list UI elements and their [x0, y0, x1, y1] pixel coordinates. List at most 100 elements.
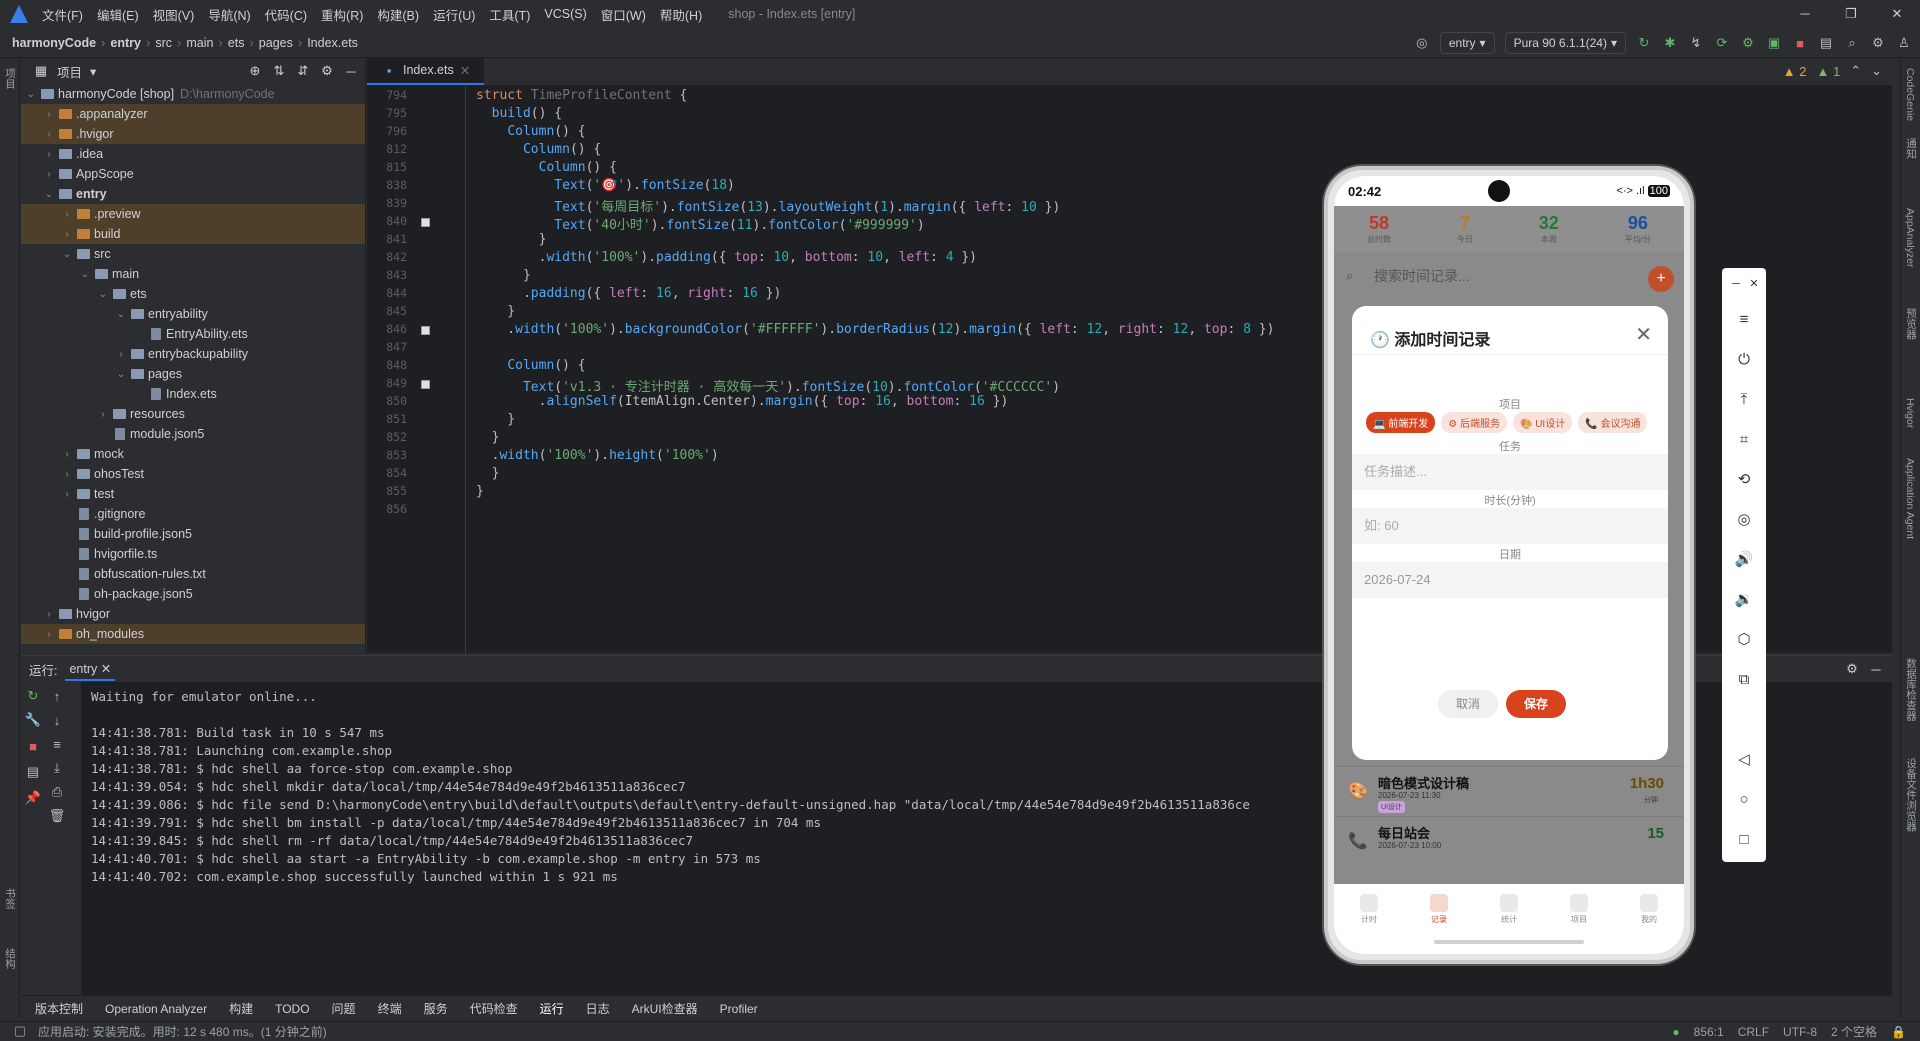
bottom-tab[interactable]: Operation Analyzer [105, 1002, 207, 1016]
emu-volume-up-icon[interactable]: 🔊 [1734, 550, 1754, 570]
bottom-tab[interactable]: 代码检查 [470, 1000, 518, 1017]
bottom-tab[interactable]: Profiler [720, 1002, 758, 1016]
close-icon[interactable]: ✕ [1874, 0, 1920, 28]
emu-close-icon[interactable]: ✕ [1744, 274, 1764, 294]
chevron-icon[interactable]: › [61, 449, 73, 460]
emu-crop-icon[interactable]: ⌗ [1734, 430, 1754, 450]
dialog-close-icon[interactable]: ✕ [1635, 322, 1652, 347]
code-line[interactable]: .width('100%').height('100%') [476, 448, 719, 463]
code-line[interactable]: Text('v1.3 · 专注计时器 · 高效每一天').fontSize(10… [476, 376, 1060, 395]
code-line[interactable]: Column() { [476, 124, 585, 139]
emu-power-icon[interactable]: ⏻ [1734, 350, 1754, 370]
bottom-tab[interactable]: 日志 [586, 1000, 610, 1017]
warning-count[interactable]: ▲ 2 [1783, 64, 1807, 79]
chevron-icon[interactable]: › [61, 489, 73, 500]
code-line[interactable]: } [476, 430, 500, 445]
tree-item[interactable]: › build [21, 224, 365, 244]
search-icon[interactable]: ⌕ [1844, 35, 1860, 51]
emu-screenshot-icon[interactable]: ◎ [1734, 510, 1754, 530]
code-line[interactable]: } [476, 466, 500, 481]
down-icon[interactable]: ↓ [49, 712, 65, 728]
tree-item[interactable]: hvigorfile.ts [21, 544, 365, 564]
code-line[interactable]: Text('每周目标').fontSize(13).layoutWeight(1… [476, 196, 1060, 215]
tree-item[interactable]: ⌄ ets [21, 284, 365, 304]
home-indicator[interactable] [1434, 940, 1584, 944]
duration-input[interactable]: 如: 60 [1352, 508, 1668, 544]
menu-file[interactable]: 文件(F) [42, 5, 83, 24]
emu-fold-icon[interactable]: ⬡ [1734, 630, 1754, 650]
tree-item[interactable]: › .hvigor [21, 124, 365, 144]
cancel-button[interactable]: 取消 [1438, 690, 1498, 718]
weak-warning-count[interactable]: ▲ 1 [1816, 64, 1840, 79]
tree-item[interactable]: EntryAbility.ets [21, 324, 365, 344]
color-swatch-icon[interactable] [421, 326, 430, 335]
tree-item[interactable]: › entrybackupability [21, 344, 365, 364]
tree-item[interactable]: › oh_modules [21, 624, 365, 644]
code-line[interactable]: } [476, 484, 484, 499]
emu-volume-down-icon[interactable]: 🔉 [1734, 590, 1754, 610]
status-panel-icon[interactable]: ▢ [12, 1023, 28, 1039]
code-line[interactable]: } [476, 412, 515, 427]
emu-minimize-icon[interactable]: ─ [1726, 274, 1746, 294]
restore-icon[interactable]: ❐ [1828, 0, 1874, 28]
code-line[interactable]: Column() { [476, 358, 585, 373]
phone-tab[interactable]: 统计 [1500, 894, 1518, 954]
right-tool-item[interactable]: AppAnalyzer [1904, 208, 1916, 268]
task-input[interactable]: 任务描述... [1352, 454, 1668, 490]
account-icon[interactable]: ♙ [1896, 35, 1912, 51]
scroll-end-icon[interactable]: ⤓ [49, 760, 65, 776]
status-position[interactable]: 856:1 [1694, 1025, 1724, 1039]
menu-help[interactable]: 帮助(H) [660, 5, 702, 24]
chevron-icon[interactable]: › [43, 109, 55, 120]
tree-item[interactable]: ⌄ pages [21, 364, 365, 384]
menu-view[interactable]: 视图(V) [153, 5, 195, 24]
stop-run-icon[interactable]: ■ [25, 738, 41, 754]
rerun-run-icon[interactable]: ↻ [25, 688, 41, 704]
run-tab-entry[interactable]: entry ✕ [65, 658, 116, 681]
clear-icon[interactable]: 🗑 [49, 808, 66, 824]
code-line[interactable]: } [476, 268, 531, 283]
chevron-icon[interactable]: › [61, 229, 73, 240]
menu-navigate[interactable]: 导航(N) [208, 5, 250, 24]
chevron-icon[interactable]: › [43, 129, 55, 140]
breadcrumb-ets[interactable]: ets [228, 36, 250, 50]
project-chip[interactable]: 📞 会议沟通 [1578, 412, 1648, 433]
right-tool-item[interactable]: Application Agent [1904, 458, 1916, 539]
settings-icon[interactable]: ⚙ [1870, 35, 1886, 51]
emu-rotate-icon[interactable]: ⟲ [1734, 470, 1754, 490]
attach-debugger-icon[interactable]: ↯ [1688, 35, 1704, 51]
chevron-icon[interactable]: ⌄ [97, 289, 109, 300]
chevron-icon[interactable]: ⌄ [61, 249, 73, 260]
tree-item[interactable]: › .preview [21, 204, 365, 224]
tree-item[interactable]: .gitignore [21, 504, 365, 524]
pin-icon[interactable]: 📌 [25, 790, 41, 806]
device-manager-icon[interactable]: ▤ [1818, 35, 1834, 51]
breadcrumb-file[interactable]: Index.ets [307, 36, 363, 50]
code-line[interactable]: Column() { [476, 142, 601, 157]
chevron-icon[interactable]: ⌄ [43, 189, 55, 200]
soft-wrap-icon[interactable]: ≡ [49, 736, 65, 752]
build-icon[interactable]: ▣ [1766, 35, 1782, 51]
code-line[interactable]: .padding({ left: 16, right: 16 }) [476, 286, 781, 301]
code-line[interactable]: Text('🎯').fontSize(18) [476, 178, 735, 193]
tree-item[interactable]: › AppScope [21, 164, 365, 184]
right-tool-item[interactable]: 数据库检查器 [1904, 658, 1919, 721]
run-config-select[interactable]: entry ▾ [1439, 32, 1495, 54]
layout-icon[interactable]: ▤ [25, 764, 41, 780]
chevron-icon[interactable]: › [43, 149, 55, 160]
up-icon[interactable]: ↑ [49, 688, 65, 704]
menu-tools[interactable]: 工具(T) [489, 5, 530, 24]
tree-item[interactable]: › .appanalyzer [21, 104, 365, 124]
chevron-icon[interactable]: › [61, 209, 73, 220]
bottom-tab[interactable]: ArkUI检查器 [632, 1000, 698, 1017]
code-line[interactable]: .width('100%').backgroundColor('#FFFFFF'… [476, 322, 1274, 337]
menu-run[interactable]: 运行(U) [433, 5, 475, 24]
tree-item[interactable]: › ohosTest [21, 464, 365, 484]
chevron-icon[interactable]: ⌄ [25, 89, 37, 100]
run-icon[interactable]: ↻ [1636, 35, 1652, 51]
run-hide-icon[interactable]: ─ [1868, 661, 1884, 677]
chevron-icon[interactable]: › [43, 609, 55, 620]
tool-structure[interactable]: 结构 [3, 948, 18, 969]
right-tool-item[interactable]: 设备文件浏览器 [1904, 758, 1919, 832]
tool-bookmarks[interactable]: 书签 [3, 888, 18, 909]
